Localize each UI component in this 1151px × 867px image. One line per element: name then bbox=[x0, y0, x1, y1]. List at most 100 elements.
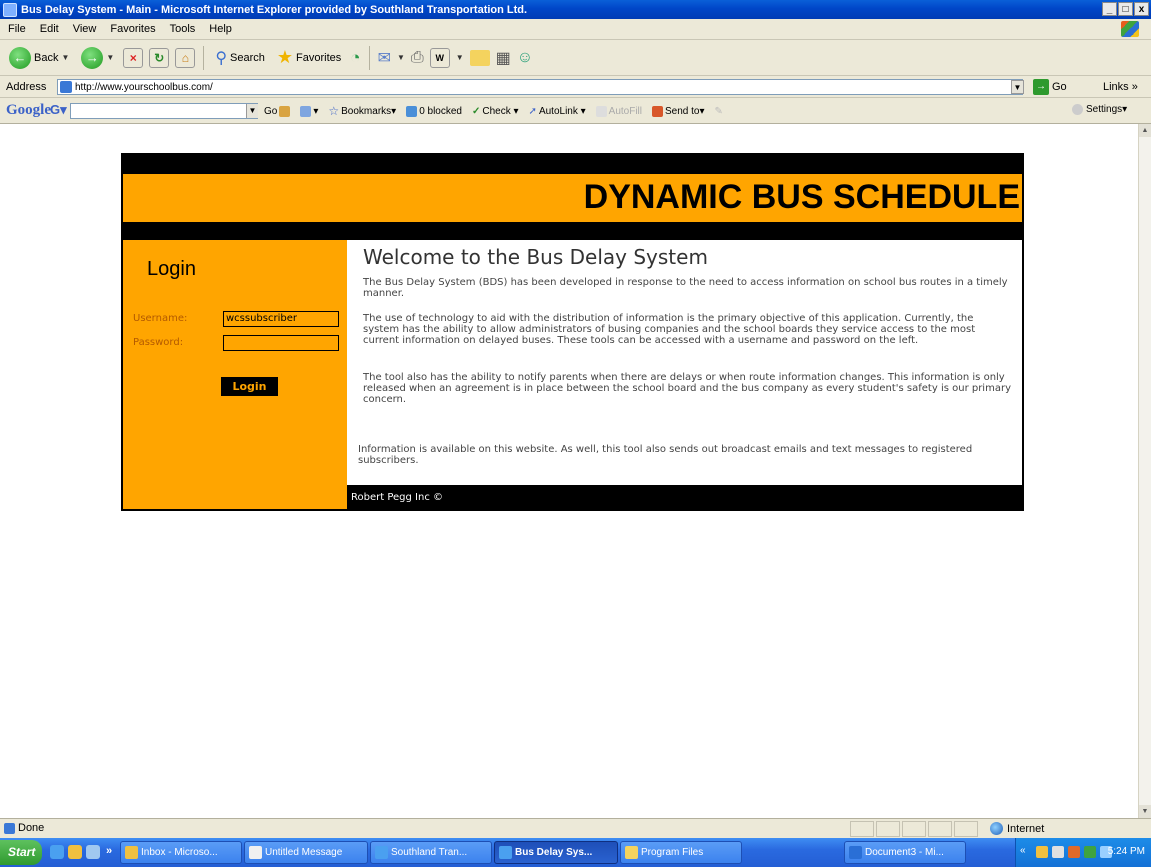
menu-favorites[interactable]: Favorites bbox=[110, 23, 155, 35]
messenger-icon[interactable]: ☺ bbox=[517, 49, 533, 67]
address-dropdown-icon[interactable]: ▼ bbox=[1011, 80, 1024, 94]
sendto-button[interactable]: Send to▾ bbox=[652, 105, 705, 117]
security-zone[interactable]: Internet bbox=[990, 822, 1044, 835]
toolbar-divider bbox=[203, 45, 205, 70]
search-icon: ⚲ bbox=[215, 49, 228, 67]
web-page: DYNAMIC BUS SCHEDULE Login Username: wcs… bbox=[121, 153, 1024, 511]
tray-icon[interactable] bbox=[1068, 846, 1080, 858]
google-g-button[interactable]: G▾ bbox=[50, 102, 67, 118]
star-icon: ★ bbox=[276, 47, 294, 67]
login-panel: Login Username: wcssubscriber Password: … bbox=[123, 240, 347, 509]
paragraph-notify: The tool also has the ability to notify … bbox=[363, 372, 1011, 405]
maximize-button[interactable]: □ bbox=[1118, 2, 1133, 16]
go-label: Go bbox=[1052, 81, 1067, 93]
google-search-dropdown-icon[interactable]: ▼ bbox=[246, 104, 258, 118]
back-button[interactable]: ← Back ▼ bbox=[6, 45, 72, 71]
stop-icon[interactable]: × bbox=[123, 47, 144, 68]
chevron-down-icon[interactable]: ▼ bbox=[106, 53, 114, 62]
ie-quicklaunch-icon[interactable] bbox=[50, 845, 64, 859]
go-button[interactable]: → Go bbox=[1033, 79, 1067, 95]
edit-icon[interactable]: W bbox=[429, 47, 450, 68]
menu-bar: File Edit View Favorites Tools Help bbox=[0, 19, 1151, 40]
desktop-quicklaunch-icon[interactable] bbox=[86, 845, 100, 859]
google-logo[interactable]: Google bbox=[6, 102, 51, 119]
address-input[interactable]: http://www.yourschoolbus.com/ bbox=[57, 79, 1023, 95]
tray-icon[interactable] bbox=[1052, 846, 1064, 858]
taskbar-button-southland[interactable]: Southland Tran... bbox=[370, 841, 492, 864]
taskbar: Start » Inbox - Microso... Untitled Mess… bbox=[0, 838, 1151, 867]
taskbar-button-label: Program Files bbox=[641, 847, 704, 858]
toolbar-divider bbox=[368, 45, 370, 70]
username-label: Username: bbox=[133, 313, 188, 324]
login-button[interactable]: Login bbox=[221, 377, 278, 396]
chevron-down-icon[interactable]: ▼ bbox=[61, 53, 69, 62]
scroll-up-icon[interactable]: ▲ bbox=[1139, 124, 1151, 137]
menu-view[interactable]: View bbox=[73, 23, 97, 35]
sendto-label: Send to▾ bbox=[665, 105, 705, 117]
outlook-icon bbox=[125, 846, 138, 859]
start-button[interactable]: Start bbox=[0, 840, 42, 865]
taskbar-button-label: Bus Delay Sys... bbox=[515, 847, 593, 858]
taskbar-button-document3[interactable]: Document3 - Mi... bbox=[844, 841, 966, 864]
status-bar: Done Internet bbox=[0, 818, 1151, 838]
research-icon[interactable]: ▦ bbox=[496, 48, 511, 68]
autolink-button[interactable]: ➚ AutoLink ▾ bbox=[529, 106, 586, 117]
favorites-button[interactable]: ★ Favorites bbox=[274, 45, 344, 71]
outlook-quicklaunch-icon[interactable] bbox=[68, 845, 82, 859]
google-toolbar-items: Go ▾ ☆ Bookmarks▾ 0 blocked ✓ Check ▾ ➚ Aut… bbox=[264, 104, 723, 118]
popup-blocker-button[interactable]: 0 blocked bbox=[406, 105, 462, 117]
print-icon[interactable]: ⎙ bbox=[411, 49, 424, 67]
google-news-button[interactable]: ▾ bbox=[300, 105, 318, 117]
menu-tools[interactable]: Tools bbox=[170, 23, 196, 35]
folder-icon[interactable] bbox=[469, 49, 490, 66]
menu-help[interactable]: Help bbox=[209, 23, 232, 35]
welcome-heading: Welcome to the Bus Delay System bbox=[363, 245, 708, 269]
home-icon[interactable]: ⌂ bbox=[175, 47, 196, 68]
scroll-down-icon[interactable]: ▼ bbox=[1139, 805, 1151, 818]
address-url: http://www.yourschoolbus.com/ bbox=[75, 81, 213, 93]
taskbar-button-bus-delay[interactable]: Bus Delay Sys... bbox=[494, 841, 618, 864]
vertical-scrollbar[interactable]: ▲ ▼ bbox=[1138, 124, 1151, 818]
autolink-label: AutoLink ▾ bbox=[538, 105, 586, 117]
taskbar-button-message[interactable]: Untitled Message bbox=[244, 841, 368, 864]
minimize-button[interactable]: _ bbox=[1102, 2, 1117, 16]
search-button[interactable]: ⚲ Search bbox=[212, 45, 268, 71]
close-button[interactable]: x bbox=[1134, 2, 1149, 16]
tray-expand-icon[interactable]: « bbox=[1020, 845, 1026, 856]
tray-icon[interactable] bbox=[1036, 846, 1048, 858]
folder-icon bbox=[625, 846, 638, 859]
forward-button[interactable]: → ▼ bbox=[78, 45, 117, 71]
check-label: Check ▾ bbox=[482, 105, 519, 117]
login-heading: Login bbox=[147, 258, 196, 280]
spellcheck-button[interactable]: ✓ Check ▾ bbox=[472, 106, 519, 117]
taskbar-button-label: Document3 - Mi... bbox=[865, 847, 944, 858]
chevron-down-icon[interactable]: ▼ bbox=[397, 53, 405, 62]
history-icon[interactable]: ◔ bbox=[350, 48, 360, 68]
google-settings-button[interactable]: Settings▾ bbox=[1072, 104, 1127, 115]
refresh-icon[interactable]: ↻ bbox=[149, 47, 170, 68]
menu-file[interactable]: File bbox=[8, 23, 26, 35]
password-field[interactable] bbox=[223, 335, 339, 351]
standard-toolbar: ← Back ▼ → ▼ × ↻ ⌂ ⚲ Search ★ Favorites … bbox=[0, 40, 1151, 76]
menu-edit[interactable]: Edit bbox=[40, 23, 59, 35]
highlight-icon[interactable]: ✎ bbox=[715, 106, 723, 117]
browser-viewport[interactable]: DYNAMIC BUS SCHEDULE Login Username: wcs… bbox=[0, 124, 1138, 818]
mail-icon[interactable]: ✉ bbox=[378, 48, 391, 68]
bookmarks-button[interactable]: ☆ Bookmarks▾ bbox=[328, 104, 396, 118]
username-field[interactable]: wcssubscriber bbox=[223, 311, 339, 327]
taskbar-button-inbox[interactable]: Inbox - Microso... bbox=[120, 841, 242, 864]
google-go-button[interactable]: Go bbox=[264, 105, 291, 117]
window-title-bar[interactable]: Bus Delay System - Main - Microsoft Inte… bbox=[0, 0, 1151, 19]
taskbar-button-label: Southland Tran... bbox=[391, 847, 468, 858]
links-toolbar[interactable]: Links » bbox=[1103, 81, 1138, 93]
clock: 5:24 PM bbox=[1107, 846, 1145, 857]
windows-logo-icon bbox=[1121, 21, 1139, 37]
tray-icon[interactable] bbox=[1084, 846, 1096, 858]
quicklaunch-overflow[interactable]: » bbox=[106, 845, 112, 857]
autofill-button[interactable]: AutoFill bbox=[595, 105, 642, 117]
google-search-input[interactable] bbox=[70, 103, 258, 119]
google-toolbar: Google G▾ ▼ Go ▾ ☆ Bookmarks▾ 0 blocked ✓… bbox=[0, 98, 1151, 124]
page-done-icon bbox=[4, 822, 15, 834]
chevron-down-icon[interactable]: ▼ bbox=[456, 53, 464, 62]
taskbar-button-program-files[interactable]: Program Files bbox=[620, 841, 742, 864]
